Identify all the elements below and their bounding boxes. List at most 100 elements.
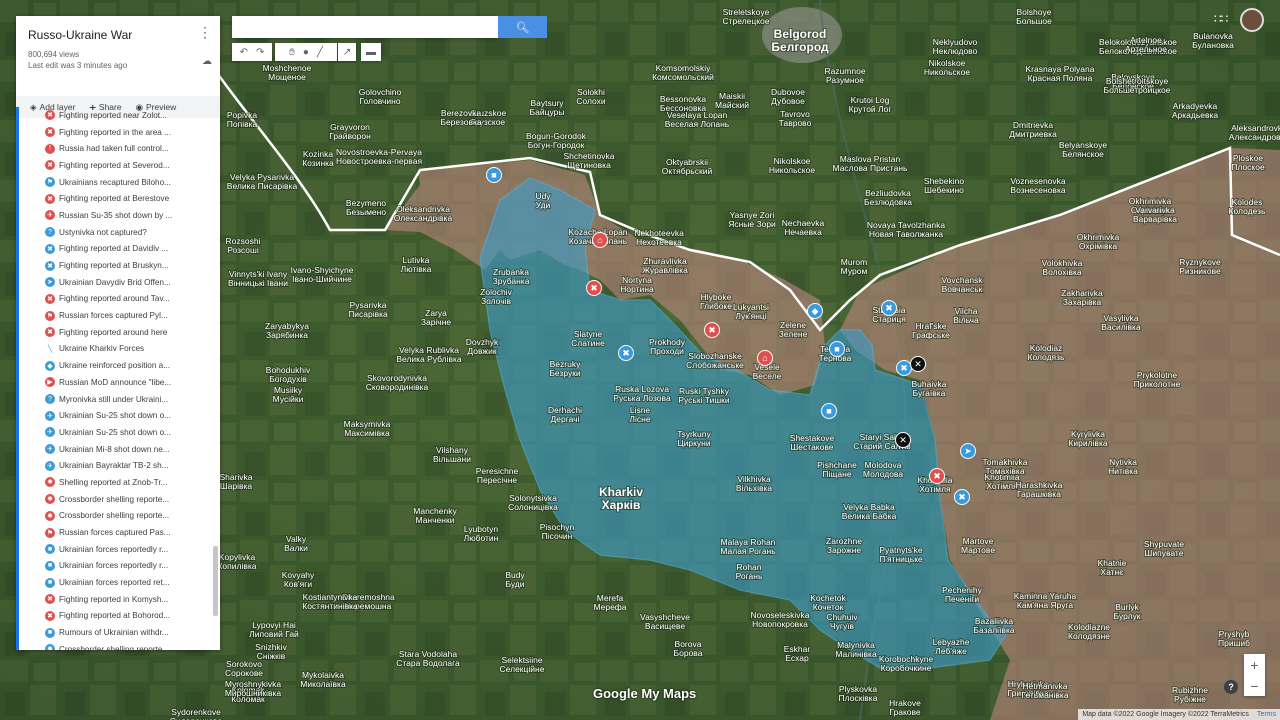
list-item[interactable]: ■ Rumours of Ukrainian withdr... xyxy=(16,624,212,641)
avatar[interactable] xyxy=(1240,8,1264,32)
list-item-label: Ukrainian forces reportedly r... xyxy=(59,544,169,554)
attribution-bar: Map data ©2022 Google Imagery ©2022 Terr… xyxy=(1078,709,1280,720)
x-icon[interactable]: ✕ xyxy=(895,432,911,448)
list-item[interactable]: ✈ Russian Su-35 shot down by ... xyxy=(16,207,212,224)
place-label: Kovyahy Ков'яги xyxy=(282,570,315,589)
list-item[interactable]: ✖ Fighting reported in Komysh... xyxy=(16,591,212,608)
list-item[interactable]: ✹ Crossborder shelling reporte... xyxy=(16,641,212,650)
cross-swords-icon[interactable]: ✖ xyxy=(954,489,970,505)
arrow-icon[interactable]: ➤ xyxy=(960,443,976,459)
cross-swords-icon[interactable]: ✖ xyxy=(618,345,634,361)
list-item[interactable]: ⚑ Russian forces captured Pas... xyxy=(16,524,212,541)
place-label: Bolshetroitskoye Большетроицкое xyxy=(1103,76,1170,95)
list-item[interactable]: ✖ Fighting reported around here xyxy=(16,324,212,341)
more-options-icon[interactable]: ⋮ xyxy=(198,24,212,41)
map-data-attribution: Map data ©2022 Google Imagery ©2022 Terr… xyxy=(1082,711,1249,718)
truck-icon[interactable]: ■ xyxy=(486,167,502,183)
list-item[interactable]: ! Russia had taken full control... xyxy=(16,140,212,157)
undo-icon[interactable]: ↶ xyxy=(240,47,248,58)
truck-icon: ■ xyxy=(45,560,55,571)
list-item[interactable]: ■ Ukrainian forces reportedly r... xyxy=(16,541,212,558)
list-item[interactable]: ➤ Ukrainian Davydiv Brid Offen... xyxy=(16,274,212,291)
place-label: Bezliudovka Безлюдовка xyxy=(864,188,912,207)
place-label: Bezymeno Безымено xyxy=(346,198,386,217)
list-item[interactable]: ✈ Ukrainian Bayraktar TB-2 sh... xyxy=(16,457,212,474)
place-label: Shchetinovka Щетиновка xyxy=(563,151,614,170)
x-icon[interactable]: ✕ xyxy=(910,356,926,372)
place-label: Oktyabrskii Октябрьский xyxy=(662,157,713,176)
fort-icon[interactable]: ⌂ xyxy=(757,350,773,366)
list-item[interactable]: ◆ Ukraine reinforced position a... xyxy=(16,357,212,374)
list-item[interactable]: ✹ Crossborder shelling reporte... xyxy=(16,508,212,525)
measure-button[interactable]: ▬ xyxy=(361,43,381,61)
place-label: Hraf'ske Графське xyxy=(912,321,950,340)
list-item[interactable]: ✖ Fighting reported at Bruskyn... xyxy=(16,257,212,274)
list-item-label: Fighting reported near Zolot... xyxy=(59,110,167,120)
list-item[interactable]: ⚑ Ukrainians recaptured Biloho... xyxy=(16,174,212,191)
terms-link[interactable]: Terms xyxy=(1257,711,1276,718)
list-item[interactable]: ▶ Russian MoD announce "libe... xyxy=(16,374,212,391)
list-item[interactable]: ╲ Ukraine Kharkiv Forces xyxy=(16,341,212,358)
explosion-icon: ✹ xyxy=(45,644,55,650)
place-label: Musiiky Мусійки xyxy=(273,385,304,404)
list-item[interactable]: ✖ Fighting reported near Zolot... xyxy=(16,107,212,124)
place-label: Shebekino Шебекино xyxy=(924,176,964,195)
list-item[interactable]: ✈ Ukrainian Mi-8 shot down ne... xyxy=(16,441,212,458)
list-item[interactable]: ✹ Shelling reported at Znob-Tr... xyxy=(16,474,212,491)
line-icon[interactable]: ╱ xyxy=(317,47,323,58)
list-item[interactable]: ? Ustynivka not captured? xyxy=(16,224,212,241)
cross-swords-icon[interactable]: ✖ xyxy=(586,280,602,296)
zoom-in-button[interactable]: + xyxy=(1244,654,1265,675)
scrollbar[interactable] xyxy=(213,546,218,616)
list-item[interactable]: ✹ Crossborder shelling reporte... xyxy=(16,491,212,508)
cross-swords-icon[interactable]: ✖ xyxy=(929,468,945,484)
help-icon[interactable]: ? xyxy=(1224,680,1238,694)
list-item[interactable]: ■ Ukrainian forces reported ret... xyxy=(16,574,212,591)
truck-icon[interactable]: ■ xyxy=(829,341,845,357)
truck-icon[interactable]: ■ xyxy=(821,403,837,419)
list-item[interactable]: ✖ Fighting reported at Severod... xyxy=(16,157,212,174)
list-item-label: Ukrainian Bayraktar TB-2 sh... xyxy=(59,461,169,471)
list-item[interactable]: ✖ Fighting reported around Tav... xyxy=(16,291,212,308)
draw-tools-group: ✋︎ ● ╱ xyxy=(275,43,337,61)
place-label: Bezruky Безруки xyxy=(549,359,581,378)
place-label: Nikolskoe Никольское xyxy=(769,156,815,175)
list-item[interactable]: ✖ Fighting reported at Bohorod... xyxy=(16,608,212,625)
place-label: Manchenky Манченки xyxy=(413,506,457,525)
zoom-out-button[interactable]: − xyxy=(1244,675,1265,696)
place-label: Merefa Мерефа xyxy=(593,593,626,612)
place-label: Rozsoshi Розсоші xyxy=(226,236,261,255)
list-item[interactable]: ✈ Ukrainian Su-25 shot down o... xyxy=(16,424,212,441)
place-label: Maksymivka Максимівка xyxy=(344,419,391,438)
shield-icon[interactable]: ◆ xyxy=(807,303,823,319)
list-item[interactable]: ✖ Fighting reported in the area ... xyxy=(16,124,212,141)
list-item[interactable]: ? Myronivka still under Ukraini... xyxy=(16,391,212,408)
cross-swords-icon: ✖ xyxy=(45,293,55,304)
place-label: Lukyantsi Лук'янці xyxy=(733,302,769,321)
list-item[interactable]: ✖ Fighting reported at Berestove xyxy=(16,190,212,207)
hand-icon[interactable]: ✋︎ xyxy=(289,47,295,58)
list-item-label: Russian MoD announce "libe... xyxy=(59,377,172,387)
place-label: Pishchane Піщане xyxy=(817,460,857,479)
list-item[interactable]: ✖ Fighting reported at Davidiv ... xyxy=(16,241,212,258)
search-input[interactable] xyxy=(232,16,498,38)
search-button[interactable]: 🔍︎ xyxy=(498,16,547,38)
place-label: Velyka Pysarivka Велика Писарівка xyxy=(227,172,298,191)
place-label: Vovchansk Вовчанськ xyxy=(941,275,983,294)
list-item[interactable]: ■ Ukrainian forces reportedly r... xyxy=(16,558,212,575)
place-label: Prykolotne Приколотне xyxy=(1134,370,1181,389)
directions-button[interactable]: ↗ xyxy=(338,43,356,61)
cross-swords-icon[interactable]: ✖ xyxy=(704,322,720,338)
redo-icon[interactable]: ↷ xyxy=(256,47,264,58)
fort-icon[interactable]: ⌂ xyxy=(592,232,608,248)
map-title[interactable]: Russo-Ukraine War xyxy=(28,28,208,42)
place-label: Belgorod Белгород xyxy=(771,27,829,54)
explosion-icon: ✹ xyxy=(45,494,55,505)
cross-swords-icon[interactable]: ✖ xyxy=(881,300,897,316)
list-item[interactable]: ✈ Ukrainian Su-25 shot down o... xyxy=(16,407,212,424)
list-item[interactable]: ⚑ Russian forces captured Pyl... xyxy=(16,307,212,324)
marker-icon[interactable]: ● xyxy=(303,47,309,58)
place-label: SydorenkoveСидоренкове xyxy=(170,707,223,720)
apps-grid-icon[interactable]: ∷∷ xyxy=(1214,12,1228,26)
truck-icon: ■ xyxy=(45,577,55,588)
